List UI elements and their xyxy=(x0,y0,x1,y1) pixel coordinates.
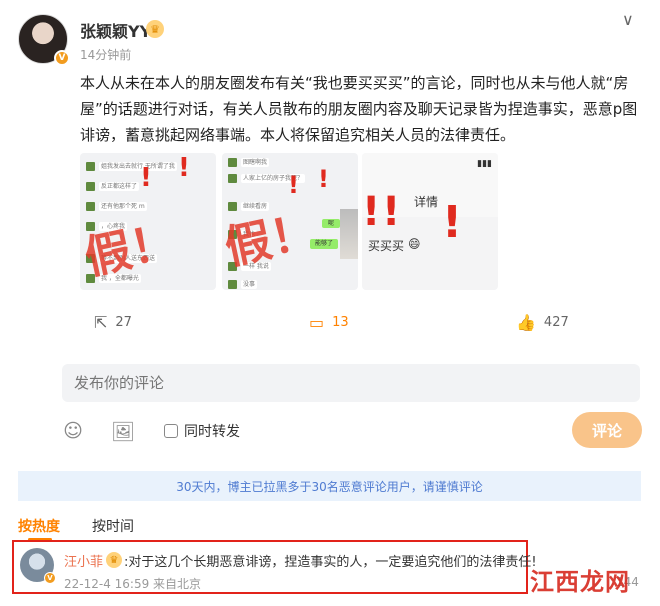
repost-toggle[interactable]: 同时转发 xyxy=(164,421,240,441)
repost-count: 27 xyxy=(115,315,132,330)
emoji-icon[interactable]: ☺ xyxy=(62,420,84,442)
comment-button[interactable]: ▭ 13 xyxy=(309,313,349,332)
comment-text: :对于这几个长期恶意诽谤，捏造事实的人，一定要追究他们的法律责任! xyxy=(124,555,537,570)
repost-button[interactable]: ⇱ 27 xyxy=(94,313,132,332)
post-timestamp[interactable]: 14分钟前 xyxy=(80,46,131,63)
comment-count: 13 xyxy=(332,315,349,330)
post-image-2[interactable]: 图瞎啊我 人家上亿的房子我呢？ 继续看房 我也 一样 我说 没事 呢 能够了 假… xyxy=(222,153,358,290)
verified-badge-icon: V xyxy=(44,572,56,584)
chevron-down-icon[interactable]: ∨ xyxy=(622,10,634,29)
exclamation-mark: ! xyxy=(178,153,190,183)
exclamation-mark: ! xyxy=(442,197,463,248)
repost-checkbox[interactable] xyxy=(164,424,178,438)
comment-warning-notice: 30天内，博主已拉黑多于30名恶意评论用户，请谨慎评论 xyxy=(18,471,641,501)
comment-icon: ▭ xyxy=(309,313,325,332)
submit-comment-button[interactable]: 评论 xyxy=(572,412,642,448)
verified-badge-icon: V xyxy=(54,50,70,66)
fake-stamp: 假！ xyxy=(80,212,182,285)
post-image-1[interactable]: 姐我发出去就行 无所谓了我 反正都这样了 还有他那个死 m ，心疼我 等不到别人… xyxy=(80,153,216,290)
smile-emoji-icon: 😄 xyxy=(408,237,421,251)
post-text: 本人从未在本人的朋友圈发布有关“我也要买买买”的言论，同时也从未与他人就“房屋”… xyxy=(80,74,638,144)
tab-sort-by-hot[interactable]: 按热度 xyxy=(18,516,60,536)
site-watermark-logo: 江西龙网 xyxy=(530,567,630,596)
image-caption: 买买买 xyxy=(368,239,405,253)
vip-crown-icon: ♛ xyxy=(106,552,122,568)
blurred-photo xyxy=(340,209,358,259)
chat-line: 图瞎啊我 xyxy=(241,157,270,167)
repost-label: 同时转发 xyxy=(184,424,240,440)
like-count: 427 xyxy=(543,315,569,330)
share-icon: ⇱ xyxy=(94,313,108,332)
exclamation-mark: ! xyxy=(318,165,329,193)
chat-line: 反正都这样了 xyxy=(99,181,140,191)
chat-line: 没事 xyxy=(241,279,258,289)
exclamation-mark: ! xyxy=(140,163,152,193)
vip-crown-icon: ♛ xyxy=(146,20,164,38)
comment-author-name[interactable]: 汪小菲 xyxy=(64,551,103,570)
chat-line: 姐我发出去就行 无所谓了我 xyxy=(99,161,177,171)
post-image-3[interactable]: 详情 ▮▮▮ 买买买 😄 ! ! ! xyxy=(362,153,498,290)
tab-sort-by-time[interactable]: 按时间 xyxy=(92,516,134,536)
image-upload-icon[interactable]: 🖼 xyxy=(111,420,135,443)
chat-bubble-green: 呢 xyxy=(322,219,340,228)
like-button[interactable]: 👍 427 xyxy=(516,313,569,332)
thumbs-up-icon: 👍 xyxy=(516,313,536,332)
signal-icon: ▮▮▮ xyxy=(477,159,492,169)
comment-meta: 22-12-4 16:59 来自北京 xyxy=(64,577,202,591)
exclamation-mark: ! xyxy=(288,171,299,199)
exclamation-mark: ! xyxy=(362,189,381,235)
detail-label: 详情 xyxy=(414,195,439,209)
comment-input[interactable] xyxy=(62,364,640,402)
exclamation-mark: ! xyxy=(382,189,401,235)
post-author-name[interactable]: 张颖颖YY xyxy=(80,18,151,42)
